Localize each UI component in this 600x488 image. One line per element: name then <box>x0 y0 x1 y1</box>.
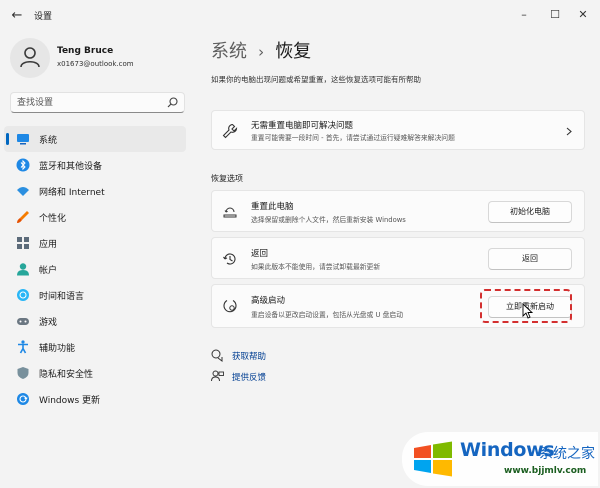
sidebar-item-apps[interactable]: 应用 <box>4 230 186 256</box>
reset-pc-icon <box>223 207 237 218</box>
sidebar-item-accessibility[interactable]: 辅助功能 <box>4 334 186 360</box>
sidebar-item-label: 游戏 <box>39 318 58 328</box>
user-name: Teng Bruce <box>57 46 114 56</box>
window-title: 设置 <box>34 12 53 22</box>
history-icon <box>223 253 236 265</box>
section-heading: 恢复选项 <box>211 174 243 183</box>
apps-icon <box>17 237 29 249</box>
watermark-cn: 系统之家 <box>539 446 595 462</box>
maximize-button[interactable]: ☐ <box>544 6 566 24</box>
sidebar-item-label: 系统 <box>39 136 58 146</box>
troubleshoot-card[interactable]: 无需重置电脑即可解决问题 重置可能需要一段时间 - 首先，请尝试通过运行疑难解答… <box>211 110 585 150</box>
wifi-icon <box>17 187 29 196</box>
minimize-button[interactable]: – <box>513 6 535 24</box>
brush-icon <box>17 211 29 223</box>
mouse-cursor-icon <box>522 303 533 319</box>
restart-gear-icon <box>223 300 237 313</box>
shield-icon <box>17 367 29 379</box>
accessibility-icon <box>18 340 28 354</box>
person-icon <box>17 263 29 276</box>
breadcrumb-separator: › <box>258 43 265 61</box>
card-subtitle: 如果此版本不能使用，请尝试卸载最新更新 <box>251 263 381 271</box>
sync-icon <box>17 393 29 405</box>
sidebar-item-windows-update[interactable]: Windows 更新 <box>4 386 186 412</box>
sidebar-item-network[interactable]: 网络和 Internet <box>4 178 186 204</box>
close-button[interactable]: ✕ <box>572 6 594 24</box>
back-button[interactable]: ← <box>6 6 28 26</box>
watermark: Windows 系统之家 www.bjjmlv.com <box>402 432 598 486</box>
sidebar-item-label: 帐户 <box>39 266 58 276</box>
card-title: 返回 <box>251 249 269 259</box>
sidebar-item-label: Windows 更新 <box>39 396 101 406</box>
sidebar-item-label: 时间和语言 <box>39 292 85 302</box>
sidebar-item-label: 蓝牙和其他设备 <box>39 162 103 172</box>
monitor-icon <box>17 134 29 145</box>
page-title: 恢复 <box>275 41 312 62</box>
sidebar-item-privacy[interactable]: 隐私和安全性 <box>4 360 186 386</box>
link-label: 提供反馈 <box>232 373 267 383</box>
sidebar-nav: 系统 蓝牙和其他设备 网络和 Internet 个性化 应用 帐户 时间和语言 … <box>4 126 186 412</box>
avatar <box>10 38 50 78</box>
sidebar-item-label: 辅助功能 <box>39 344 76 354</box>
sidebar-item-time-language[interactable]: 时间和语言 <box>4 282 186 308</box>
sidebar-item-label: 个性化 <box>39 214 67 224</box>
watermark-url: www.bjjmlv.com <box>504 466 587 476</box>
link-label: 获取帮助 <box>232 352 267 362</box>
active-indicator <box>6 133 9 145</box>
person-icon <box>20 47 40 68</box>
search-icon[interactable] <box>167 97 178 108</box>
title-bar: ← 设置 – ☐ ✕ <box>0 0 600 32</box>
gamepad-icon <box>17 318 29 325</box>
card-subtitle: 选择保留或删除个人文件，然后重新安装 Windows <box>251 216 406 224</box>
card-title: 重置此电脑 <box>251 202 294 212</box>
search-input[interactable] <box>17 96 157 110</box>
chevron-right-icon <box>566 127 572 136</box>
breadcrumb: 系统 › 恢复 <box>211 37 311 63</box>
page-description: 如果你的电脑出现问题或希望重置，这些恢复选项可能有所帮助 <box>211 75 421 84</box>
card-subtitle: 重启设备以更改启动设置，包括从光盘或 U 盘启动 <box>251 311 404 319</box>
user-email: x01673@outlook.com <box>57 60 134 68</box>
globe-clock-icon <box>17 289 29 301</box>
sidebar-item-label: 网络和 Internet <box>39 188 105 198</box>
card-title: 无需重置电脑即可解决问题 <box>251 121 354 131</box>
sidebar-item-personalization[interactable]: 个性化 <box>4 204 186 230</box>
sidebar-item-bluetooth[interactable]: 蓝牙和其他设备 <box>4 152 186 178</box>
wrench-icon <box>222 123 238 139</box>
sidebar-item-system[interactable]: 系统 <box>4 126 186 152</box>
sidebar-item-label: 隐私和安全性 <box>39 370 94 380</box>
user-profile[interactable]: Teng Bruce x01673@outlook.com <box>10 38 190 78</box>
sidebar-item-label: 应用 <box>39 240 58 250</box>
breadcrumb-parent[interactable]: 系统 <box>211 41 247 62</box>
reset-pc-button[interactable]: 初始化电脑 <box>488 201 572 223</box>
reset-pc-card: 重置此电脑 选择保留或删除个人文件，然后重新安装 Windows 初始化电脑 <box>211 190 585 232</box>
go-back-card: 返回 如果此版本不能使用，请尝试卸载最新更新 返回 <box>211 237 585 279</box>
windows-logo-icon <box>414 441 452 477</box>
go-back-button[interactable]: 返回 <box>488 248 572 270</box>
sidebar-item-accounts[interactable]: 帐户 <box>4 256 186 282</box>
card-subtitle: 重置可能需要一段时间 - 首先，请尝试通过运行疑难解答来解决问题 <box>251 134 455 142</box>
card-title: 高级启动 <box>251 296 286 306</box>
feedback-icon <box>211 370 224 382</box>
help-chat-icon <box>211 349 223 362</box>
search-box[interactable] <box>10 92 185 113</box>
sidebar-item-gaming[interactable]: 游戏 <box>4 308 186 334</box>
bluetooth-icon <box>16 158 30 172</box>
